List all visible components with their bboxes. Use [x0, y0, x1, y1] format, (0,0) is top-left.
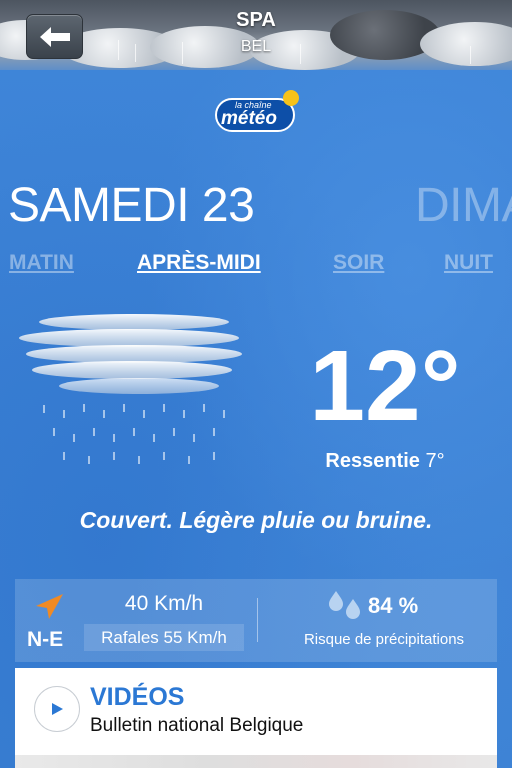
sun-icon	[283, 90, 299, 106]
day-tab-next[interactable]: DIMA	[415, 178, 512, 233]
feels-like-label: Ressentie	[325, 450, 420, 472]
cloud-rain-icon	[19, 314, 242, 464]
panel-divider	[257, 598, 258, 642]
wind-speed: 40 Km/h	[124, 592, 204, 615]
play-button[interactable]	[34, 686, 80, 732]
precipitation-value: 84 %	[368, 593, 419, 618]
wind-direction: N-E	[27, 628, 64, 651]
wind-direction-arrow-icon	[36, 594, 63, 619]
feels-like: Ressentie 7°	[280, 450, 490, 473]
videos-title: VIDÉOS	[90, 683, 185, 711]
la-chaine-meteo-logo: la chaîne météo	[213, 88, 301, 136]
day-tab-current[interactable]: SAMEDI 23	[8, 178, 255, 233]
video-thumbnail-strip	[15, 755, 497, 768]
temperature: 12°	[309, 330, 461, 442]
wind-gusts: Rafales 55 Km/h	[84, 624, 244, 651]
rain-drops-icon	[329, 591, 360, 619]
play-icon	[52, 703, 63, 715]
weather-description: Couvert. Légère pluie ou bruine.	[79, 507, 433, 533]
feels-like-value: 7°	[425, 450, 445, 472]
period-tab-soir[interactable]: SOIR	[333, 251, 384, 275]
videos-subtitle: Bulletin national Belgique	[90, 715, 304, 736]
precipitation-label: Risque de précipitations	[303, 631, 465, 648]
period-tab-matin[interactable]: MATIN	[9, 251, 74, 275]
period-tab-apres-midi[interactable]: APRÈS-MIDI	[137, 251, 261, 275]
period-tab-nuit[interactable]: NUIT	[444, 251, 493, 275]
country-code: BEL	[240, 38, 272, 55]
city-name: SPA	[236, 9, 276, 31]
